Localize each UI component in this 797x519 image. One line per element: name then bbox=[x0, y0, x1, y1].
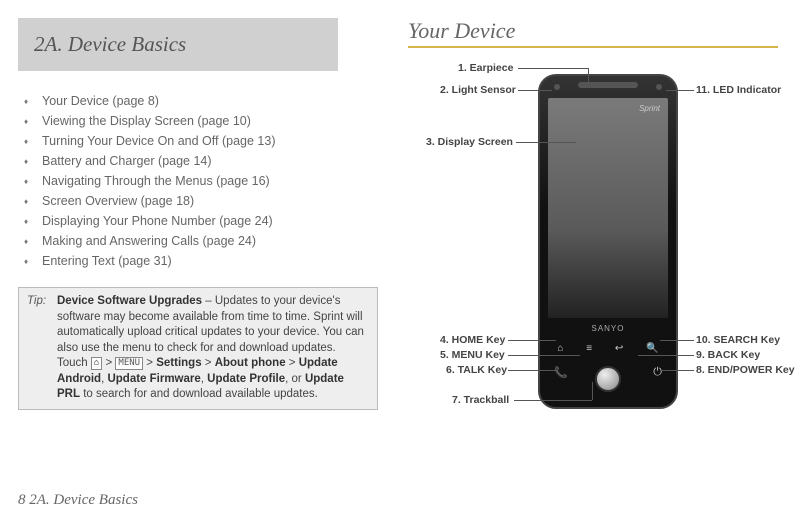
toc-item: Making and Answering Calls (page 24) bbox=[18, 231, 378, 251]
callout-search-key: 10. SEARCH Key bbox=[696, 334, 780, 346]
button-row-top: ⌂ ≡ ↩ 🔍 bbox=[540, 336, 676, 360]
tip-bold: About phone bbox=[215, 357, 286, 369]
tip-bold: Settings bbox=[156, 357, 201, 369]
tip-sep: > bbox=[286, 357, 299, 369]
callout-line bbox=[660, 370, 694, 371]
callout-trackball: 7. Trackball bbox=[452, 394, 509, 406]
menu-key-icon: ≡ bbox=[586, 343, 592, 354]
callout-talk-key: 6. TALK Key bbox=[446, 364, 507, 376]
tip-body: Device Software Upgrades – Updates to yo… bbox=[57, 294, 369, 403]
device-diagram: Sprint SANYO ⌂ ≡ ↩ 🔍 📞 ⏻ 1. Earpiece bbox=[408, 56, 778, 436]
callout-led-indicator: 11. LED Indicator bbox=[696, 84, 781, 96]
carrier-logo: Sprint bbox=[639, 104, 660, 113]
menu-icon: MENU bbox=[115, 357, 143, 370]
callout-menu-key: 5. MENU Key bbox=[440, 349, 505, 361]
toc-item: Your Device (page 8) bbox=[18, 91, 378, 111]
home-key-icon: ⌂ bbox=[557, 343, 563, 354]
callout-line bbox=[638, 355, 694, 356]
tip-sep: > bbox=[202, 357, 215, 369]
toc-item: Turning Your Device On and Off (page 13) bbox=[18, 131, 378, 151]
toc-text: Navigating Through the Menus (page 16) bbox=[42, 174, 270, 188]
toc-text: Making and Answering Calls (page 24) bbox=[42, 234, 256, 248]
toc-item: Navigating Through the Menus (page 16) bbox=[18, 171, 378, 191]
toc-text: Your Device (page 8) bbox=[42, 94, 159, 108]
toc-item: Entering Text (page 31) bbox=[18, 251, 378, 271]
callout-line bbox=[518, 90, 552, 91]
tip-text: to search for and download available upd… bbox=[80, 388, 318, 400]
callout-earpiece: 1. Earpiece bbox=[458, 62, 513, 74]
page-number: 8 bbox=[18, 492, 26, 508]
callout-home-key: 4. HOME Key bbox=[440, 334, 505, 346]
table-of-contents: Your Device (page 8) Viewing the Display… bbox=[18, 91, 378, 271]
toc-item: Screen Overview (page 18) bbox=[18, 191, 378, 211]
tip-sep: > bbox=[143, 357, 156, 369]
callout-line bbox=[516, 142, 576, 143]
earpiece-graphic bbox=[578, 82, 638, 88]
callout-light-sensor: 2. Light Sensor bbox=[440, 84, 516, 96]
toc-text: Displaying Your Phone Number (page 24) bbox=[42, 214, 273, 228]
callout-display-screen: 3. Display Screen bbox=[426, 136, 513, 148]
toc-text: Screen Overview (page 18) bbox=[42, 194, 194, 208]
left-column: 2A. Device Basics Your Device (page 8) V… bbox=[18, 18, 398, 460]
talk-key-icon: 📞 bbox=[554, 366, 568, 392]
light-sensor-graphic bbox=[554, 84, 560, 90]
callout-line bbox=[518, 68, 588, 69]
callout-line bbox=[660, 340, 694, 341]
home-icon: ⌂ bbox=[91, 357, 102, 370]
page-footer: 8 2A. Device Basics bbox=[18, 492, 138, 509]
toc-text: Turning Your Device On and Off (page 13) bbox=[42, 134, 275, 148]
callout-line bbox=[508, 340, 556, 341]
callout-line bbox=[508, 370, 556, 371]
tip-lead-bold: Device Software Upgrades bbox=[57, 295, 202, 307]
callout-line bbox=[588, 68, 589, 84]
right-section-title: Your Device bbox=[408, 18, 778, 48]
callout-back-key: 9. BACK Key bbox=[696, 349, 760, 361]
led-indicator-graphic bbox=[656, 84, 662, 90]
button-row-bottom: 📞 ⏻ bbox=[540, 366, 676, 392]
callout-line bbox=[592, 382, 593, 400]
tip-sep: > bbox=[102, 357, 115, 369]
tip-bold: Update Profile bbox=[207, 373, 285, 385]
tip-box: Tip: Device Software Upgrades – Updates … bbox=[18, 287, 378, 410]
search-key-icon: 🔍 bbox=[646, 343, 658, 354]
display-screen-graphic: Sprint bbox=[548, 98, 668, 318]
toc-item: Battery and Charger (page 14) bbox=[18, 151, 378, 171]
section-title: 2A. Device Basics bbox=[34, 32, 186, 56]
right-column: Your Device Sprint SANYO ⌂ ≡ ↩ 🔍 📞 bbox=[398, 18, 779, 460]
tip-bold: Update Firmware bbox=[107, 373, 200, 385]
toc-text: Viewing the Display Screen (page 10) bbox=[42, 114, 251, 128]
toc-item: Displaying Your Phone Number (page 24) bbox=[18, 211, 378, 231]
back-key-icon: ↩ bbox=[615, 343, 623, 354]
section-heading-tab: 2A. Device Basics bbox=[18, 18, 338, 71]
tip-text: , or bbox=[285, 373, 305, 385]
callout-line bbox=[508, 355, 580, 356]
callout-line bbox=[666, 90, 694, 91]
phone-illustration: Sprint SANYO ⌂ ≡ ↩ 🔍 📞 ⏻ bbox=[538, 74, 678, 409]
tip-label: Tip: bbox=[27, 294, 57, 403]
toc-item: Viewing the Display Screen (page 10) bbox=[18, 111, 378, 131]
toc-text: Entering Text (page 31) bbox=[42, 254, 172, 268]
page-body: 2A. Device Basics Your Device (page 8) V… bbox=[0, 0, 797, 460]
brand-label: SANYO bbox=[540, 324, 676, 333]
toc-text: Battery and Charger (page 14) bbox=[42, 154, 212, 168]
callout-line bbox=[514, 400, 592, 401]
callout-end-power-key: 8. END/POWER Key bbox=[696, 364, 795, 376]
footer-section-ref: 2A. Device Basics bbox=[29, 492, 138, 508]
